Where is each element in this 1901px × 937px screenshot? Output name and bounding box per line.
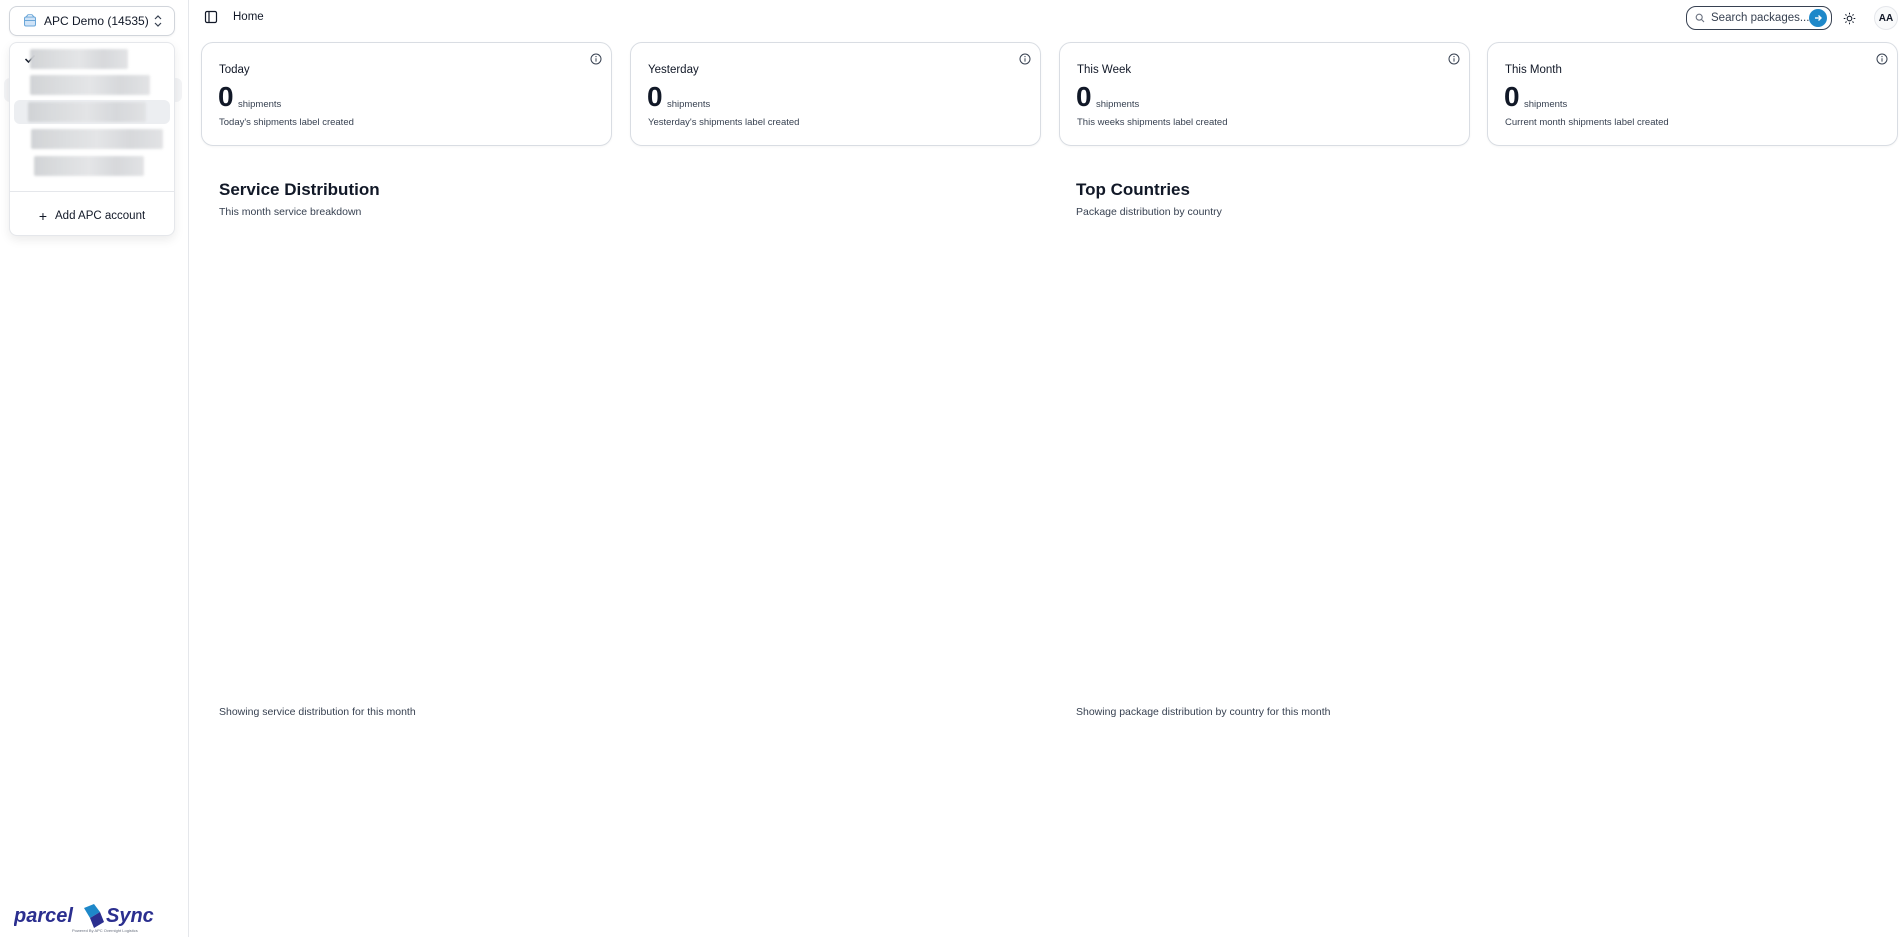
logo-text-left: parcel [14, 905, 73, 927]
stat-card-today: Today 0 shipments Today's shipments labe… [201, 42, 612, 146]
topbar: Home AA [190, 0, 1901, 36]
search-submit-button[interactable] [1809, 9, 1827, 27]
arrow-right-icon [1815, 15, 1822, 21]
logo-tagline: Powered By APC Overnight Logistics [72, 928, 138, 933]
logo-mark-icon [84, 904, 104, 928]
redacted-account-name [30, 49, 128, 69]
chevrons-up-down-icon [154, 15, 162, 27]
account-option[interactable] [14, 154, 170, 178]
account-option[interactable] [14, 100, 170, 124]
add-apc-account-label: Add APC account [55, 210, 146, 222]
service-distribution-subtitle: This month service breakdown [219, 206, 362, 218]
stat-card-yesterday: Yesterday 0 shipments Yesterday's shipme… [630, 42, 1041, 146]
stat-card-unit: shipments [238, 99, 282, 110]
stat-card-value: 0 [647, 81, 663, 112]
user-avatar[interactable]: AA [1874, 6, 1898, 30]
breadcrumb-home[interactable]: Home [233, 11, 264, 23]
redacted-account-name [34, 156, 144, 176]
stat-card-unit: shipments [1524, 99, 1568, 110]
package-icon [24, 14, 36, 27]
info-icon[interactable] [1876, 53, 1888, 65]
app-root: ) APC Demo (14535) [0, 0, 1901, 937]
sun-icon[interactable] [1843, 12, 1856, 25]
info-icon[interactable] [1019, 53, 1031, 65]
stat-card-description: Yesterday's shipments label created [648, 117, 800, 128]
search-icon [1695, 13, 1705, 23]
stat-card-title: Yesterday [648, 64, 699, 76]
account-option[interactable] [14, 73, 170, 97]
stat-card-description: This weeks shipments label created [1077, 117, 1228, 128]
top-countries-footer: Showing package distribution by country … [1076, 706, 1331, 718]
add-apc-account-button[interactable]: + Add APC account [14, 203, 170, 229]
stat-card-description: Today's shipments label created [219, 117, 354, 128]
account-option[interactable] [14, 127, 170, 151]
service-distribution-footer: Showing service distribution for this mo… [219, 706, 416, 718]
account-switcher-label: APC Demo (14535) [44, 14, 149, 28]
search-input[interactable] [1711, 12, 1809, 24]
account-dropdown-menu: + Add APC account [9, 42, 175, 236]
plus-icon: + [38, 208, 48, 224]
stat-card-description: Current month shipments label created [1505, 117, 1669, 128]
stat-card-value: 0 [218, 81, 234, 112]
account-switcher-button[interactable]: APC Demo (14535) [9, 6, 175, 36]
stat-card-value: 0 [1504, 81, 1520, 112]
redacted-account-name [31, 129, 163, 149]
redacted-account-name [28, 102, 146, 122]
stat-card-unit: shipments [1096, 99, 1140, 110]
stat-card-this-week: This Week 0 shipments This weeks shipmen… [1059, 42, 1470, 146]
top-countries-subtitle: Package distribution by country [1076, 206, 1222, 218]
stat-card-title: This Month [1505, 64, 1562, 76]
stat-card-value: 0 [1076, 81, 1092, 112]
parcelsync-logo: parcel Sync Powered By APC Overnight Log… [14, 904, 154, 933]
search-box [1686, 6, 1832, 30]
stat-card-unit: shipments [667, 99, 711, 110]
stat-card-this-month: This Month 0 shipments Current month shi… [1487, 42, 1898, 146]
redacted-account-name [30, 75, 150, 95]
logo-text-right: Sync [106, 905, 154, 927]
sidebar-toggle-icon[interactable] [204, 10, 218, 24]
stat-card-title: Today [219, 64, 250, 76]
stat-card-title: This Week [1077, 64, 1132, 76]
top-countries-title: Top Countries [1076, 180, 1190, 199]
service-distribution-title: Service Distribution [219, 180, 380, 199]
account-option[interactable] [14, 47, 170, 71]
sidebar: ) APC Demo (14535) [0, 0, 189, 937]
info-icon[interactable] [1448, 53, 1460, 65]
service-distribution-chart-empty [219, 226, 1039, 696]
dropdown-divider [10, 191, 174, 192]
top-countries-chart-empty [1076, 226, 1876, 696]
info-icon[interactable] [590, 53, 602, 65]
